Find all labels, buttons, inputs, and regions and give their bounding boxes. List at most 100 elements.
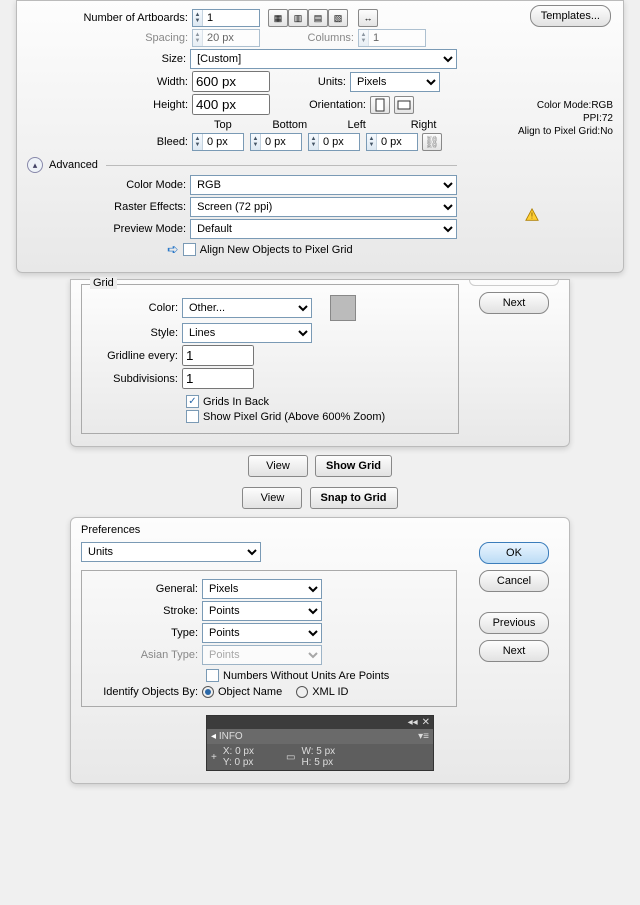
columns-stepper[interactable]: ▲▼ bbox=[358, 29, 426, 47]
snap-grid-button[interactable]: Snap to Grid bbox=[310, 487, 398, 509]
info-close-icon[interactable]: ✕ bbox=[422, 717, 430, 728]
dimensions-icon: ▭ bbox=[286, 752, 295, 763]
objectname-label: Object Name bbox=[218, 686, 282, 698]
side-align: Align to Pixel Grid:No bbox=[518, 125, 613, 138]
stroke-label: Stroke: bbox=[92, 605, 202, 617]
bleed-left-stepper[interactable]: ▲▼ bbox=[308, 133, 360, 151]
bleed-left-label: Left bbox=[323, 119, 390, 131]
asian-label: Asian Type: bbox=[92, 649, 202, 661]
width-field[interactable] bbox=[192, 71, 270, 92]
menu-row-2: View Snap to Grid bbox=[0, 485, 640, 511]
artboards-stepper[interactable]: ▲▼ bbox=[192, 9, 260, 27]
units-tab-pane: General: Pixels Stroke: Points Type: Poi… bbox=[81, 570, 457, 707]
xmlid-label: XML ID bbox=[312, 686, 348, 698]
grid-color-label: Color: bbox=[92, 302, 182, 314]
crosshair-icon: + bbox=[211, 752, 217, 763]
subdivisions-label: Subdivisions: bbox=[92, 373, 182, 385]
grid-color-swatch[interactable] bbox=[330, 295, 356, 321]
grid-color-select[interactable]: Other... bbox=[182, 298, 312, 318]
general-select[interactable]: Pixels bbox=[202, 579, 322, 599]
objectname-radio[interactable]: Object Name bbox=[202, 686, 282, 698]
cancel-button[interactable]: Cancel bbox=[479, 570, 549, 592]
arrow-icon: ➪ bbox=[167, 241, 179, 258]
advanced-label: Advanced bbox=[49, 159, 98, 171]
align-pixelgrid-label: Align New Objects to Pixel Grid bbox=[200, 244, 353, 256]
templates-button[interactable]: Templates... bbox=[530, 5, 611, 27]
orientation-landscape-icon[interactable] bbox=[394, 96, 414, 114]
size-label: Size: bbox=[27, 53, 190, 65]
rtl-icon[interactable]: ↔ bbox=[358, 9, 378, 27]
side-info: Color Mode:RGB PPI:72 Align to Pixel Gri… bbox=[518, 99, 613, 138]
height-field[interactable] bbox=[192, 94, 270, 115]
menu-row-1: View Show Grid bbox=[0, 453, 640, 479]
view-button-2[interactable]: View bbox=[242, 487, 302, 509]
prefs-next-button[interactable]: Next bbox=[479, 640, 549, 662]
previous-button[interactable]: Previous bbox=[479, 612, 549, 634]
columns-field[interactable] bbox=[369, 30, 425, 46]
colormode-label: Color Mode: bbox=[27, 179, 190, 191]
bleed-top-label: Top bbox=[189, 119, 256, 131]
ok-button[interactable]: OK bbox=[479, 542, 549, 564]
type-select[interactable]: Points bbox=[202, 623, 322, 643]
info-panel: ◂◂ ✕ ◂ INFO ▾≡ + X: 0 px Y: 0 px ▭ W: 5 … bbox=[206, 715, 434, 771]
show-grid-button[interactable]: Show Grid bbox=[315, 455, 392, 477]
bleed-left-field[interactable] bbox=[319, 134, 359, 150]
view-button-1[interactable]: View bbox=[248, 455, 308, 477]
info-h-value: : 5 px bbox=[309, 757, 333, 768]
info-x-value: : 0 px bbox=[230, 746, 254, 757]
units-select[interactable]: Pixels bbox=[350, 72, 440, 92]
info-tab[interactable]: INFO bbox=[219, 731, 243, 742]
grid-next-button[interactable]: Next bbox=[479, 292, 549, 314]
artboards-label: Number of Artboards: bbox=[27, 12, 192, 24]
info-h-label: H bbox=[301, 757, 308, 768]
gridline-every-label: Gridline every: bbox=[92, 350, 182, 362]
general-label: General: bbox=[92, 583, 202, 595]
show-pixel-grid-checkbox[interactable]: Show Pixel Grid (Above 600% Zoom) bbox=[186, 410, 385, 423]
arrange-icon[interactable]: ▤ bbox=[308, 9, 328, 27]
bleed-top-stepper[interactable]: ▲▼ bbox=[192, 133, 244, 151]
preview-select[interactable]: Default bbox=[190, 219, 457, 239]
nounits-label: Numbers Without Units Are Points bbox=[223, 670, 389, 682]
grid-style-select[interactable]: Lines bbox=[182, 323, 312, 343]
grid-prefs-dialog: Grid Color: Other... Style: Lines Gridli… bbox=[70, 279, 570, 447]
bleed-link-icon[interactable]: ⛓ bbox=[422, 133, 442, 151]
colormode-select[interactable]: RGB bbox=[190, 175, 457, 195]
info-collapse-icon[interactable]: ◂◂ bbox=[408, 717, 418, 728]
advanced-collapse-icon[interactable]: ▴ bbox=[27, 157, 43, 173]
bleed-bottom-field[interactable] bbox=[261, 134, 301, 150]
spacing-field[interactable] bbox=[203, 30, 259, 46]
type-label: Type: bbox=[92, 627, 202, 639]
orientation-portrait-icon[interactable] bbox=[370, 96, 390, 114]
size-select[interactable]: [Custom] bbox=[190, 49, 457, 69]
stroke-select[interactable]: Points bbox=[202, 601, 322, 621]
raster-select[interactable]: Screen (72 ppi) bbox=[190, 197, 457, 217]
prefs-section-select[interactable]: Units bbox=[81, 542, 261, 562]
preferences-title: Preferences bbox=[81, 524, 559, 536]
height-label: Height: bbox=[27, 99, 192, 111]
grid-by-row-icon[interactable]: ▦ bbox=[268, 9, 288, 27]
bleed-bottom-stepper[interactable]: ▲▼ bbox=[250, 133, 302, 151]
artboards-field[interactable] bbox=[203, 10, 259, 26]
xmlid-radio[interactable]: XML ID bbox=[296, 686, 348, 698]
grids-in-back-checkbox[interactable]: ✓ Grids In Back bbox=[186, 395, 269, 408]
bleed-right-stepper[interactable]: ▲▼ bbox=[366, 133, 418, 151]
spacing-label: Spacing: bbox=[27, 32, 192, 44]
info-menu-icon[interactable]: ▾≡ bbox=[418, 731, 429, 742]
info-w-label: W bbox=[301, 746, 310, 757]
nounits-checkbox[interactable]: Numbers Without Units Are Points bbox=[206, 669, 389, 682]
gridline-every-field[interactable] bbox=[182, 345, 254, 366]
new-document-dialog: Templates... Color Mode:RGB PPI:72 Align… bbox=[16, 0, 624, 273]
bleed-right-label: Right bbox=[390, 119, 457, 131]
side-ppi: PPI:72 bbox=[518, 112, 613, 125]
bleed-top-field[interactable] bbox=[203, 134, 243, 150]
grid-by-col-icon[interactable]: ▥ bbox=[288, 9, 308, 27]
bleed-bottom-label: Bottom bbox=[256, 119, 323, 131]
spacing-stepper[interactable]: ▲▼ bbox=[192, 29, 260, 47]
align-pixelgrid-checkbox[interactable]: Align New Objects to Pixel Grid bbox=[183, 243, 353, 256]
info-y-value: : 0 px bbox=[229, 757, 253, 768]
bleed-label: Bleed: bbox=[27, 136, 192, 148]
subdivisions-field[interactable] bbox=[182, 368, 254, 389]
arrange2-icon[interactable]: ▧ bbox=[328, 9, 348, 27]
bleed-right-field[interactable] bbox=[377, 134, 417, 150]
units-label: Units: bbox=[270, 76, 350, 88]
